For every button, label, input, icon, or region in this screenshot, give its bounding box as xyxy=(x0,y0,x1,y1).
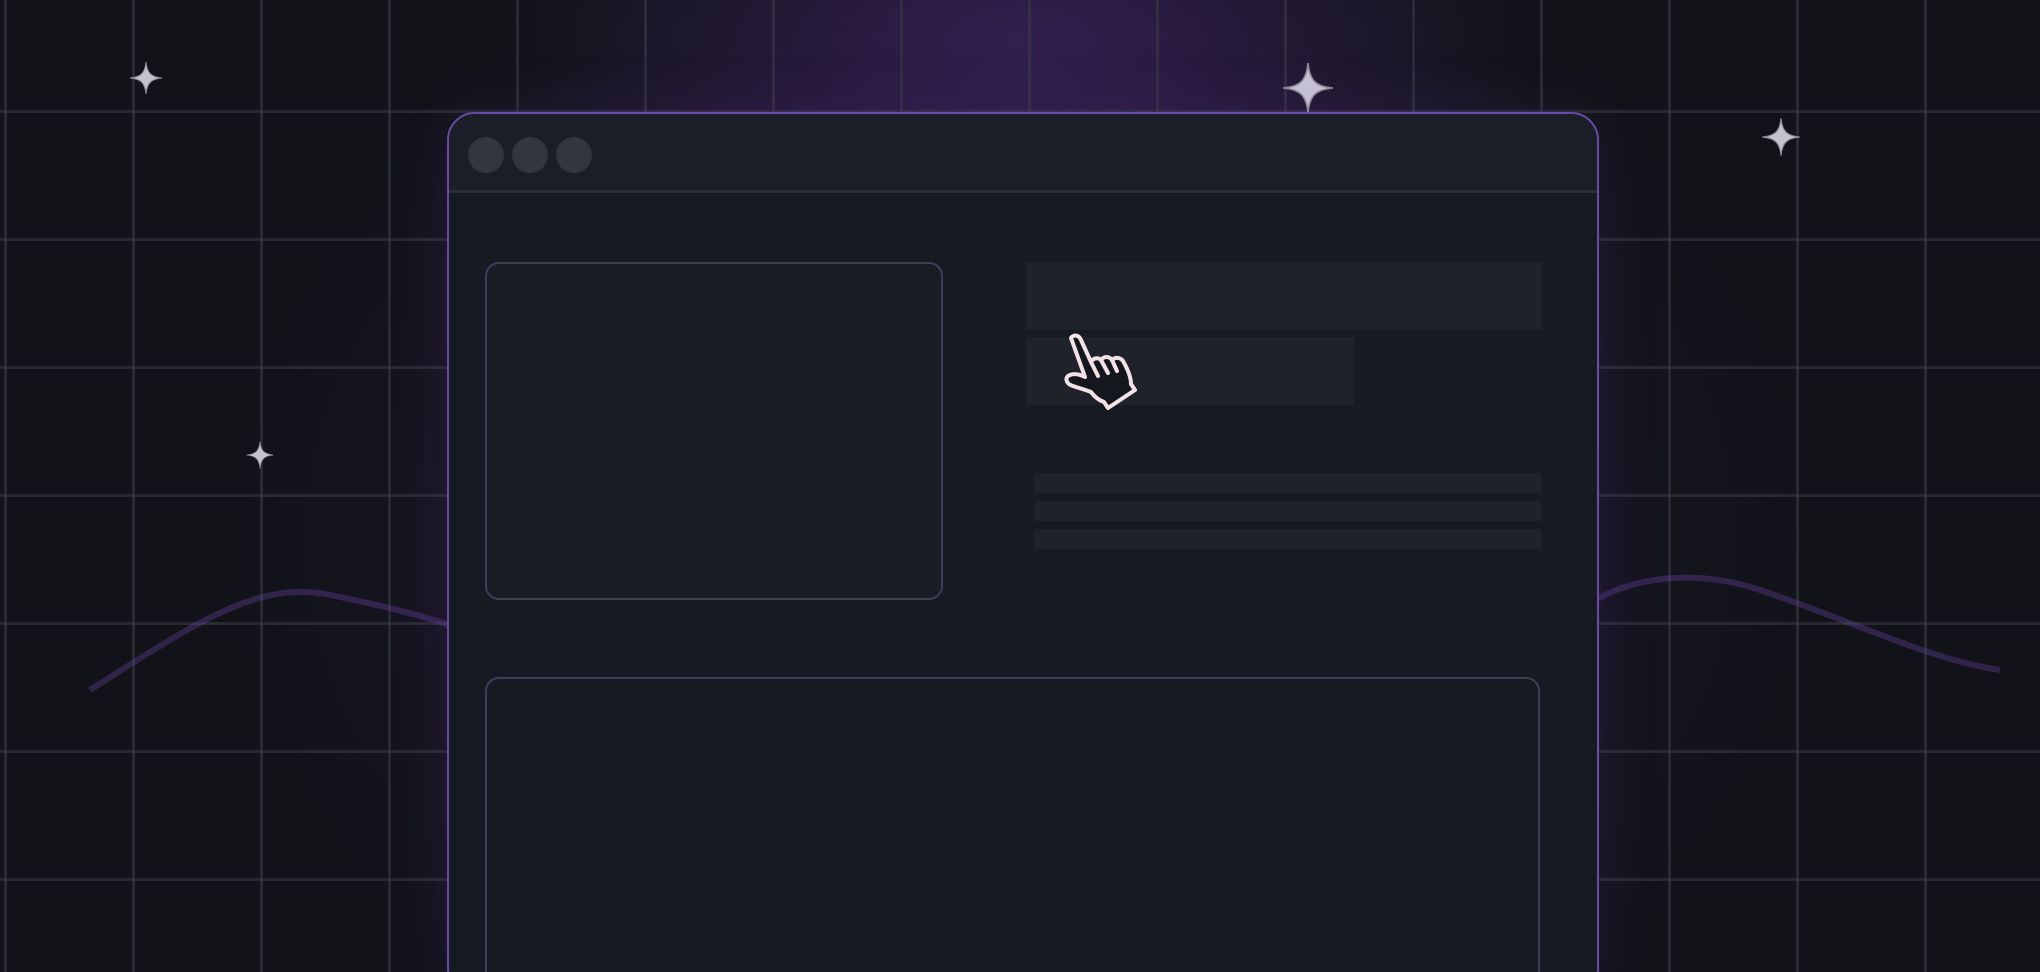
pointing-hand-cursor-icon xyxy=(1064,333,1137,410)
text-line-placeholder xyxy=(1034,501,1542,521)
main-content-panel xyxy=(485,677,1540,972)
window-dot[interactable] xyxy=(556,137,592,173)
window-titlebar xyxy=(449,114,1597,193)
media-placeholder-card xyxy=(485,262,943,600)
window-dot[interactable] xyxy=(468,137,504,173)
sparkle-icon xyxy=(1762,118,1800,156)
sparkle-icon xyxy=(1283,63,1333,113)
title-placeholder xyxy=(1026,262,1542,330)
window-dot[interactable] xyxy=(512,137,548,173)
text-line-placeholder xyxy=(1034,529,1542,549)
sparkle-icon xyxy=(129,61,163,95)
text-line-placeholder xyxy=(1034,473,1542,493)
sparkle-icon xyxy=(246,441,274,469)
background-scene xyxy=(0,0,2040,972)
browser-window xyxy=(447,112,1599,972)
